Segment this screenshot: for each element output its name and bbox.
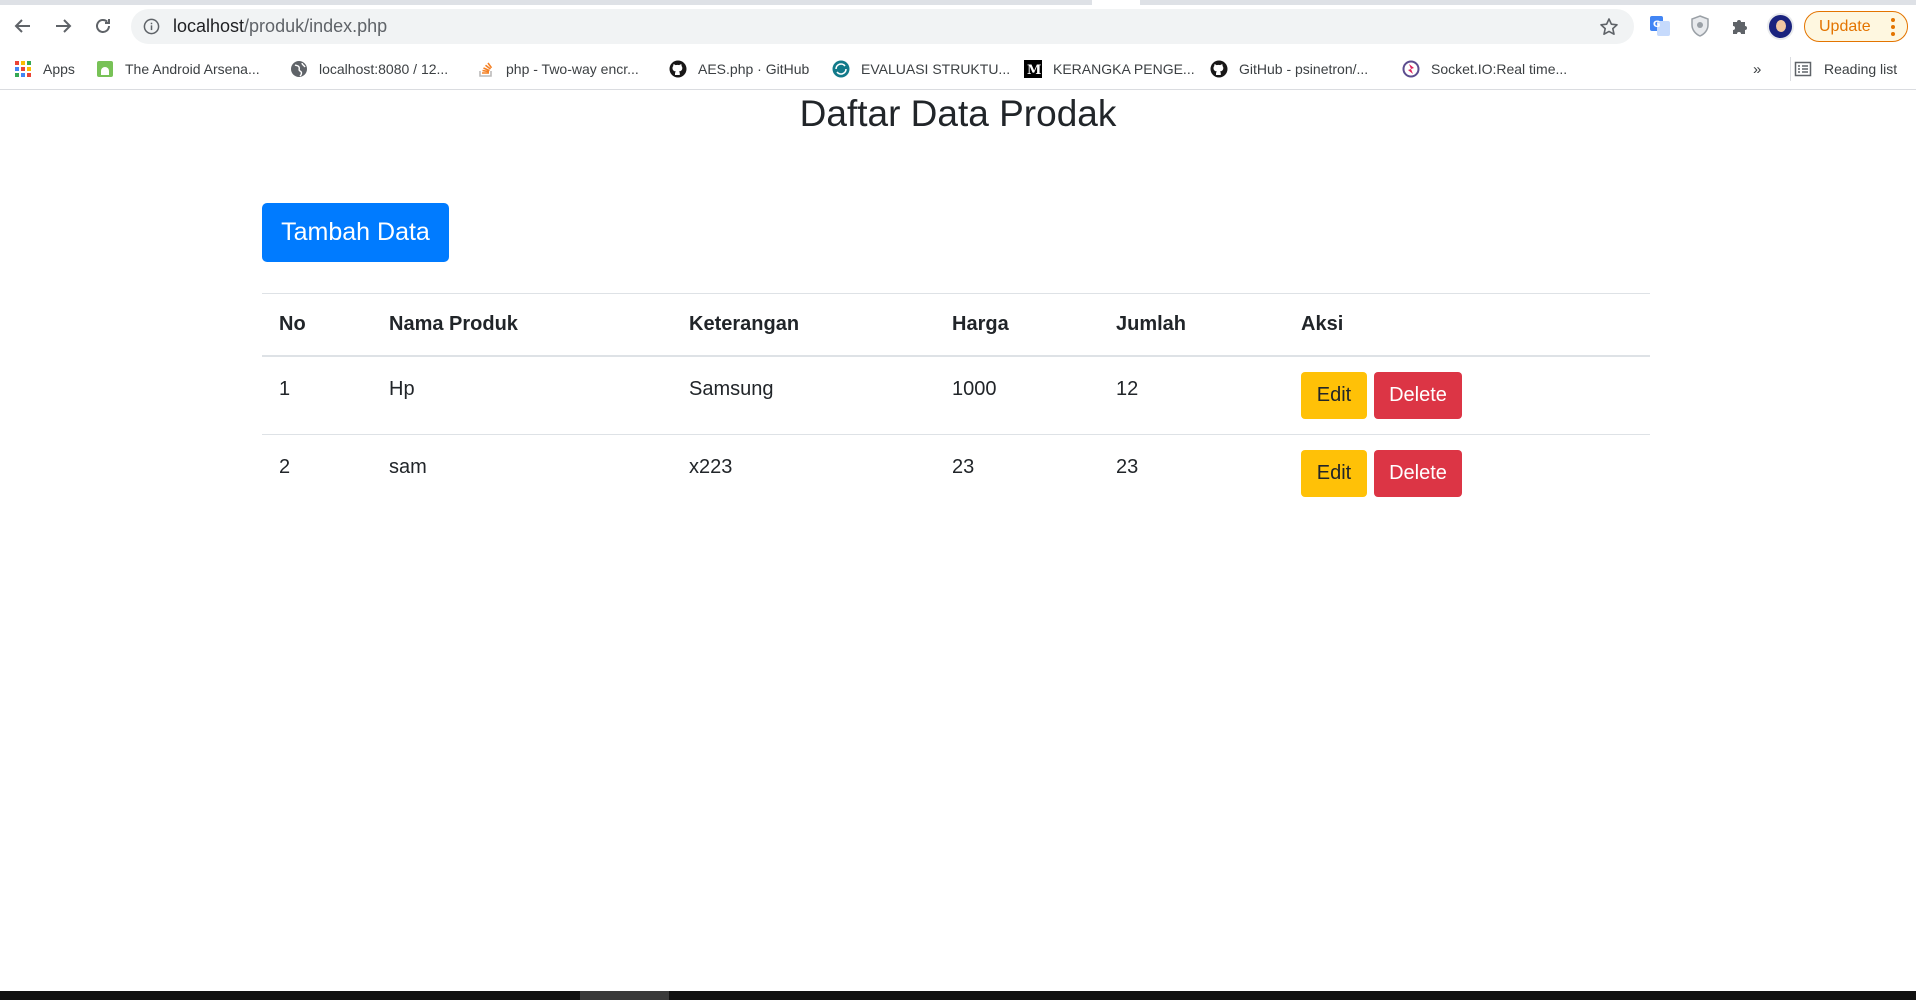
reading-list-icon: [1794, 61, 1812, 77]
header-jumlah: Jumlah: [1116, 312, 1187, 335]
header-no: No: [279, 312, 306, 335]
cell-jumlah: 12: [1116, 377, 1139, 400]
cell-aksi: Edit Delete: [1284, 435, 1650, 514]
bookmark-socketio[interactable]: Socket.IO:Real time...: [1402, 57, 1567, 81]
cell-no: 2: [279, 456, 291, 478]
bookmark-label: The Android Arsena...: [125, 61, 260, 77]
page-title: Daftar Data Prodak: [799, 93, 1117, 134]
active-tab-edge[interactable]: [1092, 0, 1140, 5]
apps-grid-icon: [14, 60, 32, 78]
svg-text:G: G: [1653, 20, 1660, 30]
url-path: /produk/index.php: [244, 16, 388, 36]
github-icon: [1210, 60, 1228, 78]
bookmark-star-icon[interactable]: [1599, 17, 1619, 37]
medium-icon: M: [1024, 60, 1042, 78]
add-data-button[interactable]: Tambah Data: [262, 203, 449, 262]
cell-nama-produk: sam: [389, 456, 427, 478]
bookmark-label: php - Two-way encr...: [506, 61, 639, 77]
profile-avatar[interactable]: [1767, 13, 1794, 40]
taskbar-active-item[interactable]: [580, 991, 669, 1000]
stackoverflow-icon: [477, 60, 495, 78]
bookmark-label: KERANGKA PENGE...: [1053, 61, 1195, 77]
table-header-row: No Nama Produk Keterangan Harga Jumlah A…: [262, 293, 1650, 356]
globe-icon: [290, 60, 308, 78]
bookmark-label: Apps: [43, 61, 75, 77]
edit-button[interactable]: Edit: [1301, 450, 1367, 497]
delete-button[interactable]: Delete: [1374, 450, 1462, 497]
bookmark-label: localhost:8080 / 12...: [319, 61, 449, 77]
svg-text:M: M: [1027, 63, 1041, 78]
edit-button[interactable]: Edit: [1301, 371, 1367, 419]
bookmark-label: Socket.IO:Real time...: [1431, 61, 1568, 77]
update-label: Update: [1819, 17, 1871, 35]
android-icon: [96, 60, 114, 78]
url-host: localhost: [173, 16, 245, 36]
puzzle-icon: [1733, 20, 1747, 34]
url-text[interactable]: localhost/produk/index.php: [173, 16, 387, 37]
tab-strip: [0, 0, 1916, 5]
arrow-right-icon: [56, 19, 72, 33]
bookmark-evaluasi-struktu[interactable]: EVALUASI STRUKTU...: [832, 57, 1010, 81]
product-table: No Nama Produk Keterangan Harga Jumlah A…: [262, 293, 1650, 514]
header-aksi: Aksi: [1301, 312, 1344, 335]
avatar-face: [1776, 20, 1786, 32]
cell-nama-produk: Hp: [389, 377, 415, 400]
bookmark-label: AES.php · GitHub: [698, 61, 810, 77]
header-nama-produk: Nama Produk: [389, 312, 518, 335]
back-button[interactable]: [8, 11, 38, 41]
header-harga: Harga: [952, 312, 1009, 335]
forward-button[interactable]: [48, 11, 78, 41]
bookmarks-bar: Apps The Android Arsena... localhost:808…: [0, 53, 1916, 83]
browser-chrome: localhost/produk/index.php G Update Apps: [0, 0, 1916, 90]
translate-icon: G: [1650, 16, 1670, 36]
table-row: 1 Hp Samsung 1000 12 Edit Delete: [262, 356, 1650, 435]
bookmark-localhost-8080[interactable]: localhost:8080 / 12...: [290, 57, 448, 81]
google-translate-extension[interactable]: G: [1648, 14, 1672, 38]
bookmark-label: EVALUASI STRUKTU...: [861, 61, 1011, 77]
shield-extension[interactable]: [1688, 14, 1712, 38]
bookmark-apps[interactable]: Apps: [14, 57, 75, 81]
reading-list-label: Reading list: [1824, 61, 1898, 77]
reload-button[interactable]: [88, 11, 118, 41]
cell-aksi: Edit Delete: [1284, 356, 1650, 435]
bookmark-kerangka-penge[interactable]: M KERANGKA PENGE...: [1024, 57, 1195, 81]
kebab-menu-icon: [1891, 18, 1895, 36]
cell-harga: 23: [952, 456, 975, 478]
cell-keterangan: x223: [689, 456, 733, 478]
info-icon[interactable]: [143, 18, 160, 35]
cell-keterangan: Samsung: [689, 377, 774, 400]
update-button[interactable]: Update: [1804, 11, 1908, 42]
taskbar-strip: [0, 991, 1916, 1000]
teal-circle-icon: [832, 60, 850, 78]
extensions-button[interactable]: [1728, 14, 1752, 38]
socketio-icon: [1402, 60, 1420, 78]
reload-icon: [96, 19, 110, 33]
table-row: 2 sam x223 23 23 Edit Delete: [262, 435, 1650, 514]
cell-jumlah: 23: [1116, 456, 1139, 478]
bookmark-aes-github[interactable]: AES.php · GitHub: [669, 57, 809, 81]
address-bar[interactable]: localhost/produk/index.php: [131, 9, 1634, 44]
reading-list-button[interactable]: Reading list: [1790, 57, 1897, 81]
cell-harga: 1000: [952, 377, 997, 400]
github-icon: [669, 60, 687, 78]
bookmark-label: GitHub - psinetron/...: [1239, 61, 1369, 77]
arrow-left-icon: [14, 19, 30, 33]
cell-no: 1: [279, 377, 291, 400]
bookmark-github-psinetron[interactable]: GitHub - psinetron/...: [1210, 57, 1368, 81]
header-keterangan: Keterangan: [689, 312, 800, 335]
shield-icon: [1691, 15, 1709, 37]
delete-button[interactable]: Delete: [1374, 371, 1462, 419]
more-bookmarks-button[interactable]: »: [1753, 61, 1761, 78]
bookmark-android-arsenal[interactable]: The Android Arsena...: [96, 57, 260, 81]
bookmark-php-two-way[interactable]: php - Two-way encr...: [477, 57, 639, 81]
